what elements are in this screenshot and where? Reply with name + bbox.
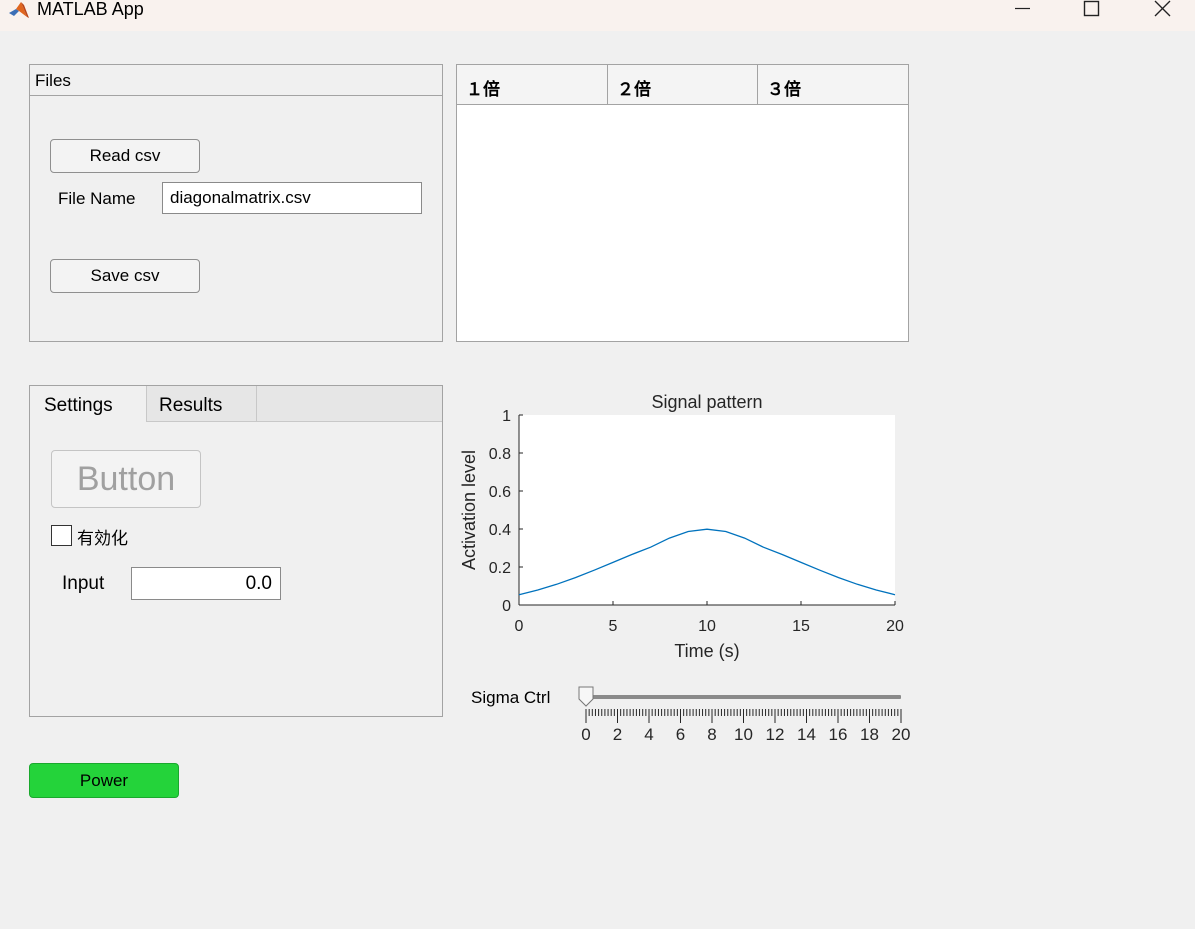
y-tick-label: 0 bbox=[502, 598, 511, 615]
input-label: Input bbox=[62, 573, 105, 594]
slider-thumb[interactable] bbox=[578, 686, 594, 707]
minimize-icon[interactable] bbox=[999, 0, 1045, 22]
save-csv-button[interactable]: Save csv bbox=[50, 259, 200, 293]
x-tick-label: 15 bbox=[792, 618, 810, 635]
y-tick-label: 0.6 bbox=[489, 484, 511, 501]
x-tick-label: 10 bbox=[698, 618, 716, 635]
y-tick-label: 0.8 bbox=[489, 446, 511, 463]
power-button[interactable]: Power bbox=[29, 763, 179, 798]
y-tick-label: 1 bbox=[502, 408, 511, 425]
data-table[interactable]: １倍 ２倍 ３倍 bbox=[456, 64, 909, 342]
slider-tick-label: 8 bbox=[707, 725, 716, 744]
slider-tick-label: 12 bbox=[766, 725, 785, 744]
chart-title: Signal pattern bbox=[651, 392, 762, 412]
table-column-header[interactable]: ２倍 bbox=[608, 65, 758, 105]
x-axis-label: Time (s) bbox=[674, 641, 739, 661]
matlab-logo-icon bbox=[9, 2, 29, 18]
y-axis-label: Activation level bbox=[459, 450, 479, 570]
file-name-label: File Name bbox=[58, 189, 136, 208]
sigma-slider[interactable]: 0 2 4 6 8 10 12 14 16 18 20 bbox=[575, 683, 920, 748]
file-name-field[interactable]: diagonalmatrix.csv bbox=[162, 182, 422, 214]
close-icon[interactable] bbox=[1139, 0, 1185, 22]
y-tick-label: 0.4 bbox=[489, 522, 511, 539]
tab-group: Settings Results bbox=[29, 385, 443, 717]
table-column-header[interactable]: １倍 bbox=[457, 65, 608, 105]
files-panel-title: Files bbox=[35, 71, 71, 90]
signal-chart: Signal pattern 0 0.2 0.4 0.6 0.8 1 0 5 10 15 20 T… bbox=[459, 392, 904, 661]
maximize-icon[interactable] bbox=[1068, 0, 1114, 22]
slider-tick-label: 20 bbox=[892, 725, 911, 744]
plot-area bbox=[519, 415, 895, 605]
y-tick-label: 0.2 bbox=[489, 560, 511, 577]
slider-label: Sigma Ctrl bbox=[471, 688, 551, 707]
table-column-header[interactable]: ３倍 bbox=[758, 65, 908, 105]
slider-tick-label: 0 bbox=[581, 725, 590, 744]
slider-tick-label: 18 bbox=[860, 725, 879, 744]
disabled-button[interactable]: Button bbox=[51, 450, 201, 508]
slider-tick-label: 14 bbox=[797, 725, 816, 744]
slider-tick-label: 4 bbox=[644, 725, 653, 744]
slider-tick-label: 10 bbox=[734, 725, 753, 744]
slider-track[interactable] bbox=[586, 695, 901, 699]
x-tick-label: 20 bbox=[886, 618, 904, 635]
slider-tick-label: 16 bbox=[829, 725, 848, 744]
enable-checkbox[interactable] bbox=[51, 525, 72, 546]
x-tick-label: 5 bbox=[609, 618, 618, 635]
files-panel-header bbox=[30, 65, 442, 96]
enable-checkbox-label: 有効化 bbox=[77, 529, 128, 549]
slider-tick-label: 6 bbox=[676, 725, 685, 744]
read-csv-button[interactable]: Read csv bbox=[50, 139, 200, 173]
x-tick-label: 0 bbox=[515, 618, 524, 635]
tab-settings[interactable]: Settings bbox=[30, 386, 147, 422]
tab-results[interactable]: Results bbox=[147, 386, 257, 421]
slider-tick-label: 2 bbox=[613, 725, 622, 744]
input-field[interactable]: 0.0 bbox=[131, 567, 281, 600]
window-title: MATLAB App bbox=[37, 0, 144, 19]
